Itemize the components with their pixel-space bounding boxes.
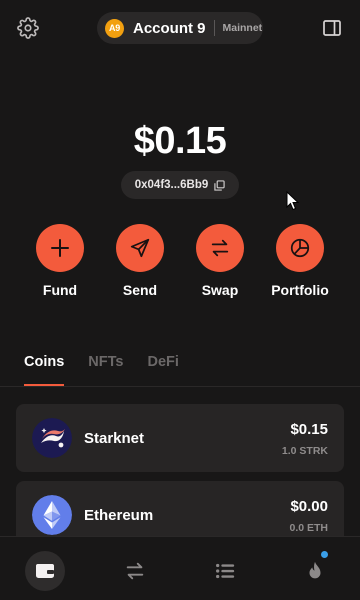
- nav-ecosystem[interactable]: [295, 551, 335, 591]
- send-circle: [116, 224, 164, 272]
- mouse-cursor-icon: [286, 191, 300, 211]
- token-row-starknet[interactable]: Starknet $0.15 1.0 STRK: [16, 404, 344, 472]
- tab-coins[interactable]: Coins: [24, 354, 65, 386]
- sidebar-panel-icon[interactable]: [322, 18, 342, 38]
- network-label: Mainnet: [222, 22, 263, 34]
- list-icon: [216, 563, 235, 579]
- send-button[interactable]: Send: [100, 224, 180, 298]
- swap-circle: [196, 224, 244, 272]
- wallet-icon: [36, 564, 54, 578]
- token-amount: 0.0 ETH: [289, 522, 328, 534]
- gear-icon[interactable]: [17, 17, 39, 39]
- notification-dot: [321, 551, 328, 558]
- send-label: Send: [122, 282, 158, 298]
- token-name: Starknet: [84, 430, 145, 447]
- token-value: $0.15: [290, 421, 328, 438]
- account-avatar: A9: [105, 18, 124, 38]
- wallet-address: 0x04f3...6Bb9: [134, 179, 209, 191]
- total-balance: $0.15: [133, 120, 227, 162]
- transfer-arrows-icon: [126, 562, 144, 580]
- nav-activity[interactable]: [115, 551, 155, 591]
- fund-circle: [36, 224, 84, 272]
- token-name: Ethereum: [84, 507, 154, 524]
- nav-wallet[interactable]: [25, 551, 65, 591]
- bottom-navigation: [0, 536, 360, 600]
- starknet-logo-icon: [32, 418, 72, 458]
- flame-icon: [309, 561, 321, 579]
- divider: [213, 20, 215, 36]
- swap-label: Swap: [201, 282, 239, 298]
- pie-chart-icon: [290, 238, 310, 258]
- account-selector[interactable]: A9 Account 9 Mainnet: [97, 12, 263, 44]
- copy-address-button[interactable]: 0x04f3...6Bb9: [121, 171, 239, 199]
- ethereum-logo-icon: [32, 495, 72, 535]
- account-name: Account 9: [133, 19, 206, 37]
- portfolio-label: Portfolio: [271, 282, 329, 298]
- fund-label: Fund: [42, 282, 78, 298]
- nav-list[interactable]: [205, 551, 245, 591]
- action-buttons: Fund Send Swap Portfolio: [0, 224, 360, 304]
- tab-defi[interactable]: DeFi: [147, 354, 178, 386]
- portfolio-button[interactable]: Portfolio: [260, 224, 340, 298]
- send-icon: [130, 238, 150, 258]
- swap-button[interactable]: Swap: [180, 224, 260, 298]
- portfolio-circle: [276, 224, 324, 272]
- plus-icon: [51, 239, 69, 257]
- token-amount: 1.0 STRK: [281, 445, 328, 457]
- swap-icon: [211, 239, 229, 257]
- asset-tabs: Coins NFTs DeFi: [24, 354, 179, 388]
- fund-button[interactable]: Fund: [20, 224, 100, 298]
- copy-icon: [214, 179, 225, 191]
- token-value: $0.00: [290, 498, 328, 515]
- top-bar: A9 Account 9 Mainnet: [0, 0, 360, 56]
- tabs-divider: [0, 386, 360, 387]
- tab-nfts[interactable]: NFTs: [88, 354, 123, 386]
